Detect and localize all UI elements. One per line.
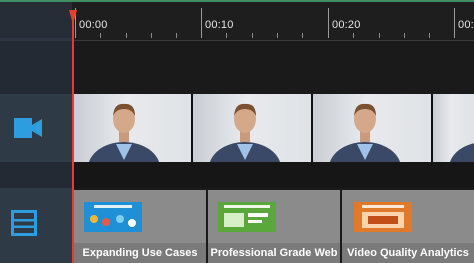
ruler-minor-tick xyxy=(252,33,253,38)
sidebar-ruler-header xyxy=(0,2,72,38)
ruler-label-10: 00:10 xyxy=(205,19,234,31)
video-thumbnail xyxy=(433,94,474,162)
empty-track-lane xyxy=(72,41,474,94)
ruler-minor-tick xyxy=(404,33,405,38)
sidebar-gap-track-header xyxy=(0,162,72,188)
ruler-label-0: 00:00 xyxy=(79,19,108,31)
slide-clip-label: Professional Grade Web xyxy=(210,247,338,259)
ruler-minor-tick xyxy=(226,33,227,38)
slide-thumbnail xyxy=(354,202,412,232)
timeline-ruler[interactable]: 00:00 00:10 00:20 00:3 xyxy=(72,2,474,41)
slides-track-lane[interactable]: Expanding Use Cases Professional Grade W… xyxy=(72,188,474,263)
ruler-minor-tick xyxy=(353,33,354,38)
track-header-column xyxy=(0,2,72,263)
ruler-minor-tick xyxy=(176,33,177,38)
slides-track-header[interactable] xyxy=(0,188,72,263)
slide-thumbnail xyxy=(84,202,142,232)
slide-thumbnail xyxy=(218,202,276,232)
ruler-minor-tick xyxy=(302,33,303,38)
ruler-minor-tick xyxy=(429,33,430,38)
video-track-header[interactable] xyxy=(0,94,72,162)
video-thumbnail xyxy=(313,94,431,162)
slides-list-icon xyxy=(11,210,37,236)
ruler-major-tick xyxy=(454,8,455,38)
video-thumbnail xyxy=(74,94,191,162)
sidebar-empty-track-header xyxy=(0,41,72,94)
video-thumbnail xyxy=(193,94,311,162)
ruler-label-30: 00:3 xyxy=(458,19,474,31)
gap-track-lane xyxy=(72,162,474,188)
slide-clip[interactable]: Video Quality Analytics xyxy=(342,190,474,263)
video-camera-icon xyxy=(14,118,42,138)
slide-clip[interactable]: Expanding Use Cases xyxy=(74,190,206,263)
slide-clip-label: Expanding Use Cases xyxy=(82,247,198,259)
ruler-minor-tick xyxy=(151,33,152,38)
ruler-minor-tick xyxy=(126,33,127,38)
ruler-major-tick xyxy=(201,8,202,38)
ruler-minor-tick xyxy=(379,33,380,38)
playhead-line[interactable] xyxy=(72,10,74,263)
video-track-lane[interactable] xyxy=(72,94,474,162)
slide-clip[interactable]: Professional Grade Web xyxy=(208,190,340,263)
ruler-major-tick xyxy=(328,8,329,38)
ruler-minor-tick xyxy=(100,33,101,38)
playhead-handle[interactable] xyxy=(69,10,77,24)
ruler-label-20: 00:20 xyxy=(332,19,361,31)
ruler-minor-tick xyxy=(277,33,278,38)
slide-clip-label: Video Quality Analytics xyxy=(347,247,469,259)
